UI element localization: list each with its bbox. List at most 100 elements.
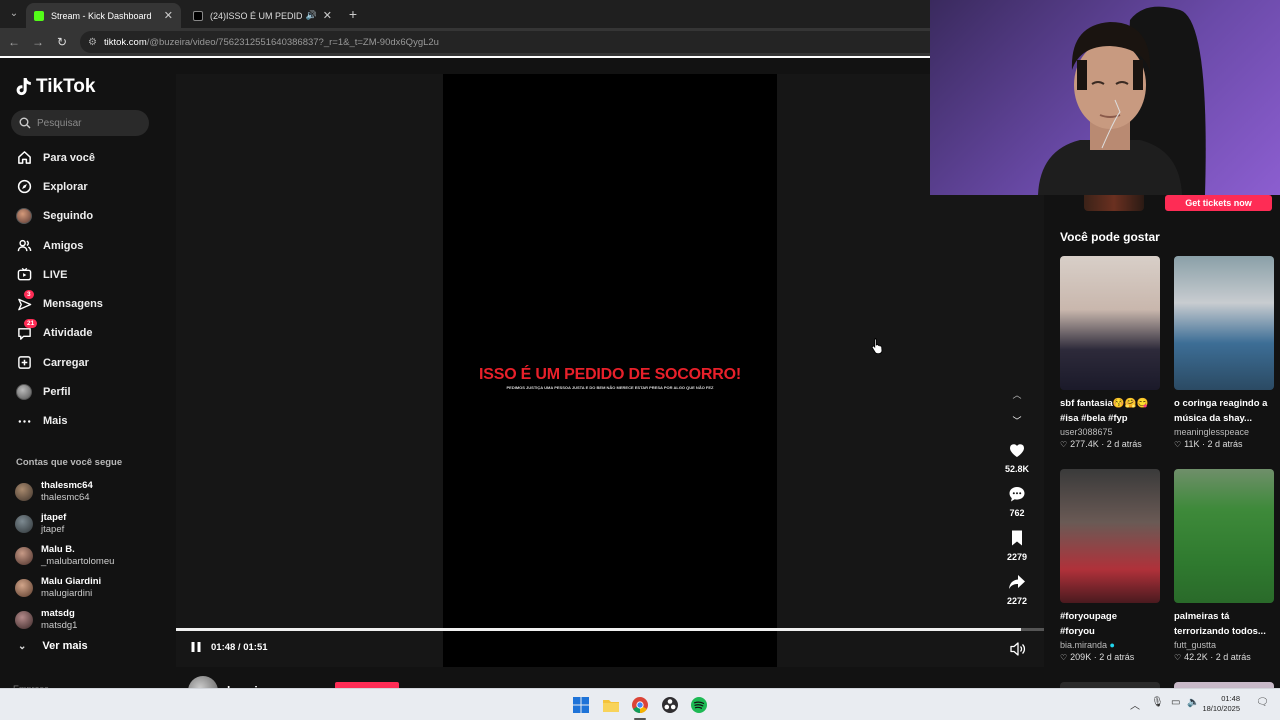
file-explorer-icon[interactable] — [602, 696, 620, 714]
like-count: 52.8K — [1004, 464, 1030, 474]
video-meta: ♡ 42.2K · 2 d atrás — [1174, 652, 1251, 662]
like-count: 209K — [1070, 652, 1092, 662]
video-creator[interactable]: futt_gustta — [1174, 640, 1274, 650]
avatar — [15, 515, 33, 533]
heart-outline-icon: ♡ — [1060, 652, 1068, 662]
tray-chevron-up-icon[interactable]: ︿ — [1130, 697, 1140, 712]
video-creator[interactable]: bia.miranda ● — [1060, 640, 1160, 650]
save-count: 2279 — [1006, 552, 1028, 562]
friends-icon — [16, 238, 32, 254]
close-tab-icon[interactable]: ✕ — [164, 9, 173, 22]
video-progress-bar[interactable] — [176, 628, 1044, 631]
spotify-icon[interactable] — [690, 696, 708, 714]
nav-para-voce[interactable]: Para você — [0, 143, 168, 172]
close-tab-icon[interactable]: ✕ — [323, 9, 332, 22]
account-name: Malu Giardini — [41, 576, 102, 587]
microphone-icon[interactable]: 🎙 — [1151, 697, 1164, 708]
nav-atividade[interactable]: 21 Atividade — [0, 319, 168, 348]
chrome-icon[interactable] — [631, 696, 649, 714]
screen: ⌄ Stream - Kick Dashboard ✕ (24)ISSO É U… — [0, 0, 1280, 720]
share-button[interactable]: 2272 — [1000, 573, 1034, 606]
system-clock[interactable]: 01:48 18/10/2025 — [1202, 694, 1240, 714]
messages-badge: 3 — [24, 290, 34, 300]
tab-list-chevron-icon[interactable]: ⌄ — [6, 6, 22, 22]
home-icon — [16, 150, 32, 166]
previous-video-chevron-icon[interactable]: ︿ — [1011, 388, 1023, 400]
video-thumbnail[interactable] — [1060, 256, 1160, 390]
messages-icon: 3 — [16, 290, 34, 312]
suggested-video-card[interactable]: palmeiras tá terrorizando todos... futt_… — [1174, 469, 1274, 662]
pause-icon[interactable] — [190, 641, 202, 653]
video-age: 2 d atrás — [1099, 652, 1135, 662]
nav-explorar[interactable]: Explorar — [0, 172, 168, 201]
network-icon[interactable]: ▭ — [1171, 697, 1180, 708]
new-tab-button[interactable]: + — [345, 6, 361, 22]
tab-title: (24)ISSO É UM PEDIDO DE — [210, 10, 302, 21]
comment-button[interactable]: 762 — [1000, 485, 1034, 518]
obs-icon[interactable] — [661, 696, 679, 714]
account-name: thalesmc64 — [41, 480, 93, 491]
ad-banner-thumbnail — [1084, 195, 1144, 211]
account-name: jtapef — [41, 512, 67, 523]
url-path: /@buzeira/video/7562312551640386837?_r=1… — [146, 36, 439, 48]
nav-label: Para você — [43, 151, 95, 164]
avatar — [15, 579, 33, 597]
playback-time: 01:48 / 01:51 — [211, 641, 268, 653]
video-creator[interactable]: meaninglesspeace — [1174, 427, 1274, 437]
heart-outline-icon: ♡ — [1174, 652, 1182, 662]
video-player[interactable]: ISSO É UM PEDIDO DE SOCORRO! PEDIMOS JUS… — [176, 74, 1044, 667]
streamer-webcam-overlay — [930, 0, 1280, 195]
reload-icon[interactable]: ↻ — [54, 34, 70, 50]
account-handle: matsdg1 — [41, 620, 78, 631]
speaker-icon[interactable]: 🔈 — [1187, 697, 1199, 708]
suggested-video-card[interactable]: sbf fantasia😚🤗😋 #isa #bela #fyp user3088… — [1060, 256, 1160, 449]
nav-label: LIVE — [43, 268, 68, 281]
video-caption: palmeiras tá terrorizando todos... — [1174, 611, 1266, 637]
nav-mais[interactable]: Mais — [0, 407, 168, 436]
suggestions-title: Você pode gostar — [1060, 230, 1160, 244]
search-box[interactable] — [11, 110, 149, 136]
nav-live[interactable]: LIVE — [0, 260, 168, 289]
tiktok-logo-icon — [16, 78, 31, 96]
tiktok-logo[interactable]: TikTok — [15, 76, 95, 98]
nav-mensagens[interactable]: 3 Mensagens — [0, 289, 168, 318]
nav-carregar[interactable]: Carregar — [0, 348, 168, 377]
tab-kick-dashboard[interactable]: Stream - Kick Dashboard ✕ — [26, 3, 181, 28]
next-video-chevron-icon[interactable]: ﹀ — [1011, 414, 1023, 426]
site-info-icon[interactable]: ⚙ — [88, 37, 97, 48]
volume-icon[interactable] — [1010, 642, 1026, 656]
video-caption: #foryoupage #foryou — [1060, 611, 1118, 637]
comment-count: 762 — [1009, 508, 1025, 518]
see-more-button[interactable]: ⌄ Ver mais — [18, 640, 88, 652]
nav-amigos[interactable]: Amigos — [0, 231, 168, 260]
video-creator[interactable]: user3088675 — [1060, 427, 1160, 437]
video-thumbnail[interactable] — [1174, 256, 1274, 390]
clock-time: 01:48 — [1221, 694, 1240, 703]
following-list: thalesmc64 thalesmc64 jtapef jtapef Malu B… — [0, 476, 168, 636]
back-icon[interactable]: ← — [6, 34, 22, 50]
video-thumbnail[interactable] — [1060, 469, 1160, 603]
forward-icon[interactable]: → — [30, 34, 46, 50]
following-account[interactable]: Malu Giardini malugiardini — [0, 572, 168, 604]
search-input[interactable] — [37, 117, 137, 129]
tab-audio-icon[interactable]: 🔊 — [306, 10, 317, 21]
following-account[interactable]: Malu B. _malubartolomeu — [0, 540, 168, 572]
like-button[interactable]: 52.8K — [1000, 441, 1034, 474]
tab-tiktok-video[interactable]: (24)ISSO É UM PEDIDO DE 🔊 ✕ — [185, 3, 340, 28]
nav-seguindo[interactable]: Seguindo — [0, 202, 168, 231]
following-account[interactable]: matsdg matsdg1 — [0, 604, 168, 636]
video-meta: ♡ 209K · 2 d atrás — [1060, 652, 1135, 662]
following-account[interactable]: jtapef jtapef — [0, 508, 168, 540]
notifications-icon[interactable]: 🗨 — [1256, 697, 1269, 708]
save-button[interactable]: 2279 — [1000, 529, 1034, 562]
suggested-video-card[interactable]: #foryoupage #foryou bia.miranda ● ♡ 209K … — [1060, 469, 1160, 662]
suggested-video-card[interactable]: o coringa reagindo a música da shay... m… — [1174, 256, 1274, 449]
tiktok-favicon-icon — [193, 10, 203, 21]
windows-start-icon[interactable] — [572, 696, 590, 714]
see-more-label: Ver mais — [42, 640, 88, 652]
get-tickets-button[interactable]: Get tickets now — [1165, 195, 1272, 211]
video-thumbnail[interactable] — [1174, 469, 1274, 603]
nav-perfil[interactable]: Perfil — [0, 377, 168, 406]
following-account[interactable]: thalesmc64 thalesmc64 — [0, 476, 168, 508]
address-bar[interactable]: ⚙ tiktok.com /@buzeira/video/75623125516… — [80, 31, 940, 53]
